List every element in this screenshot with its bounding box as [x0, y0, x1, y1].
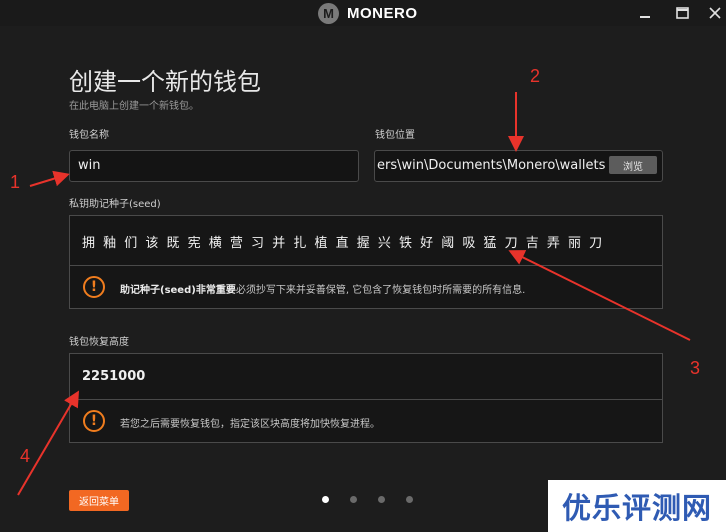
- annotation-label-3: 3: [690, 358, 701, 378]
- seed-words: 拥 釉 们 该 既 宪 横 营 习 并 扎 植 直 握 兴 铁 好 阈 吸 猛 …: [82, 236, 605, 251]
- page-dot[interactable]: [322, 496, 329, 503]
- app-name: MONERO: [347, 4, 418, 22]
- logo-letter: M: [323, 5, 334, 21]
- close-icon: [709, 7, 721, 19]
- app-logo: M MONERO: [318, 2, 418, 24]
- seed-warning-rest: 必须抄写下来并妥善保管, 它包含了恢复钱包时所需要的所有信息.: [235, 285, 526, 296]
- page-dot[interactable]: [350, 496, 357, 503]
- title-bar: M MONERO: [0, 0, 726, 26]
- restore-height-warning: 若您之后需要恢复钱包，指定该区块高度将加快恢复进程。: [120, 419, 380, 430]
- seed-label: 私钥助记种子(seed): [69, 199, 161, 210]
- annotation-label-1: 1: [10, 172, 21, 192]
- warning-icon: !: [83, 276, 105, 298]
- restore-height-input[interactable]: 2251000: [82, 369, 145, 384]
- page-title: 创建一个新的钱包: [69, 68, 261, 96]
- seed-warning-bold: 助记种子(seed)非常重要: [120, 285, 236, 296]
- annotation-label-2: 2: [530, 66, 541, 86]
- restore-height-divider: [69, 399, 663, 400]
- seed-divider: [69, 265, 663, 266]
- watermark-text: 优乐评测网: [561, 491, 712, 525]
- wallet-name-value: win: [78, 158, 101, 173]
- browse-button[interactable]: 浏览: [609, 156, 657, 174]
- wallet-location-value: ers\win\Documents\Monero\wallets: [377, 158, 606, 173]
- annotation-arrow-1: [29, 170, 70, 187]
- back-to-menu-button[interactable]: 返回菜单: [69, 490, 129, 511]
- wallet-name-label: 钱包名称: [69, 130, 109, 141]
- minimize-button[interactable]: [630, 0, 660, 26]
- monero-logo-icon: M: [318, 2, 339, 24]
- maximize-icon: [675, 7, 689, 19]
- minimize-icon: [640, 16, 650, 18]
- page-dot[interactable]: [406, 496, 413, 503]
- seed-warning: 助记种子(seed)非常重要必须抄写下来并妥善保管, 它包含了恢复钱包时所需要的…: [120, 281, 525, 296]
- page-dot[interactable]: [378, 496, 385, 503]
- watermark: 优乐评测网: [548, 480, 726, 532]
- annotation-label-4: 4: [20, 446, 31, 466]
- warning-icon: !: [83, 410, 105, 432]
- wallet-name-input[interactable]: win: [69, 150, 359, 182]
- wallet-location-label: 钱包位置: [375, 130, 415, 141]
- restore-height-label: 钱包恢复高度: [69, 337, 129, 348]
- maximize-button[interactable]: [667, 0, 697, 26]
- page-subtitle: 在此电脑上创建一个新钱包。: [69, 101, 199, 112]
- close-button[interactable]: [700, 0, 726, 26]
